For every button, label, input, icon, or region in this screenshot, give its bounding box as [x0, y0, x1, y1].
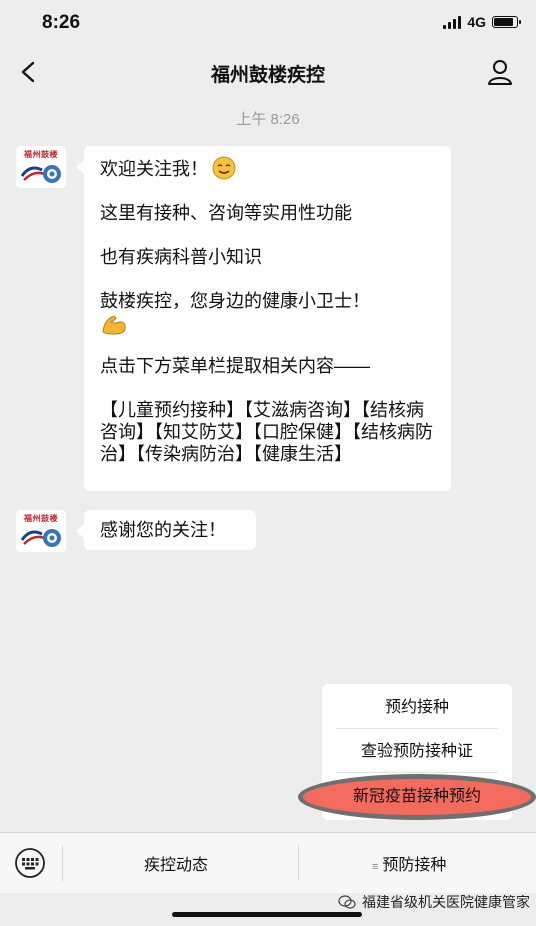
divider	[298, 845, 299, 881]
home-indicator[interactable]	[172, 912, 362, 917]
battery-icon	[492, 16, 521, 28]
watermark: 福建省级机关医院健康管家	[338, 892, 530, 912]
message-bubble: 感谢您的关注！	[76, 510, 256, 550]
wechat-icon	[338, 895, 356, 909]
message-row: 福州鼓楼 感谢您的关注！	[16, 510, 256, 552]
submenu-lines-icon: ≡	[372, 861, 379, 873]
page-title: 福州鼓楼疾控	[210, 65, 325, 86]
keyboard-icon[interactable]	[14, 847, 46, 879]
divider	[62, 845, 63, 881]
menu-item-check-certificate[interactable]: 查验预防接种证	[336, 732, 498, 773]
smile-emoji-icon	[212, 156, 236, 180]
message-row: 福州鼓楼 欢迎关注我！ 这里有接种、咨询等实用性功能 也有疾病科普小知识 鼓楼疾…	[16, 146, 451, 491]
watermark-text: 福建省级机关医院健康管家	[362, 894, 530, 910]
menu-tab-cdc-news[interactable]: 疾控动态	[144, 851, 208, 875]
message-line: 【儿童预约接种】【艾滋病咨询】【结核病咨询】【知艾防艾】【口腔保健】【结核病防治…	[100, 400, 433, 464]
status-indicators: 4G	[443, 14, 521, 30]
message-bubble: 欢迎关注我！ 这里有接种、咨询等实用性功能 也有疾病科普小知识 鼓楼疾控，您身边…	[76, 146, 451, 491]
message-line: 鼓楼疾控，您身边的健康小卫士！	[100, 291, 370, 311]
message-line: 这里有接种、咨询等实用性功能	[100, 203, 352, 223]
menu-tab-vaccination[interactable]: ≡ 预防接种	[372, 851, 446, 875]
message-line: 也有疾病科普小知识	[100, 247, 262, 267]
cdc-logo-icon	[20, 165, 61, 183]
flexed-biceps-emoji-icon	[102, 316, 126, 335]
message-timestamp: 上午 8:26	[236, 111, 300, 128]
menu-item-covid-vaccine-booking[interactable]: 新冠疫苗接种预约	[298, 774, 536, 820]
signal-icon	[443, 15, 462, 29]
nav-bar: 福州鼓楼疾控	[0, 48, 536, 96]
status-time: 8:26	[42, 12, 81, 33]
cdc-logo-icon	[20, 529, 61, 547]
menu-item-appointment[interactable]: 预约接种	[336, 688, 498, 729]
profile-icon[interactable]	[486, 58, 514, 86]
message-line: 欢迎关注我！	[100, 156, 436, 180]
message-line: 点击下方菜单栏提取相关内容——	[100, 356, 370, 376]
avatar[interactable]: 福州鼓楼	[16, 510, 66, 552]
menu-tab-label: 预防接种	[382, 857, 447, 874]
battery-level	[494, 18, 513, 26]
status-bar: 8:26 4G	[0, 0, 536, 48]
network-type: 4G	[467, 14, 486, 30]
message-line: 感谢您的关注！	[100, 520, 226, 540]
bottom-menu-bar: 疾控动态 ≡ 预防接种	[0, 832, 536, 893]
avatar[interactable]: 福州鼓楼	[16, 146, 66, 188]
